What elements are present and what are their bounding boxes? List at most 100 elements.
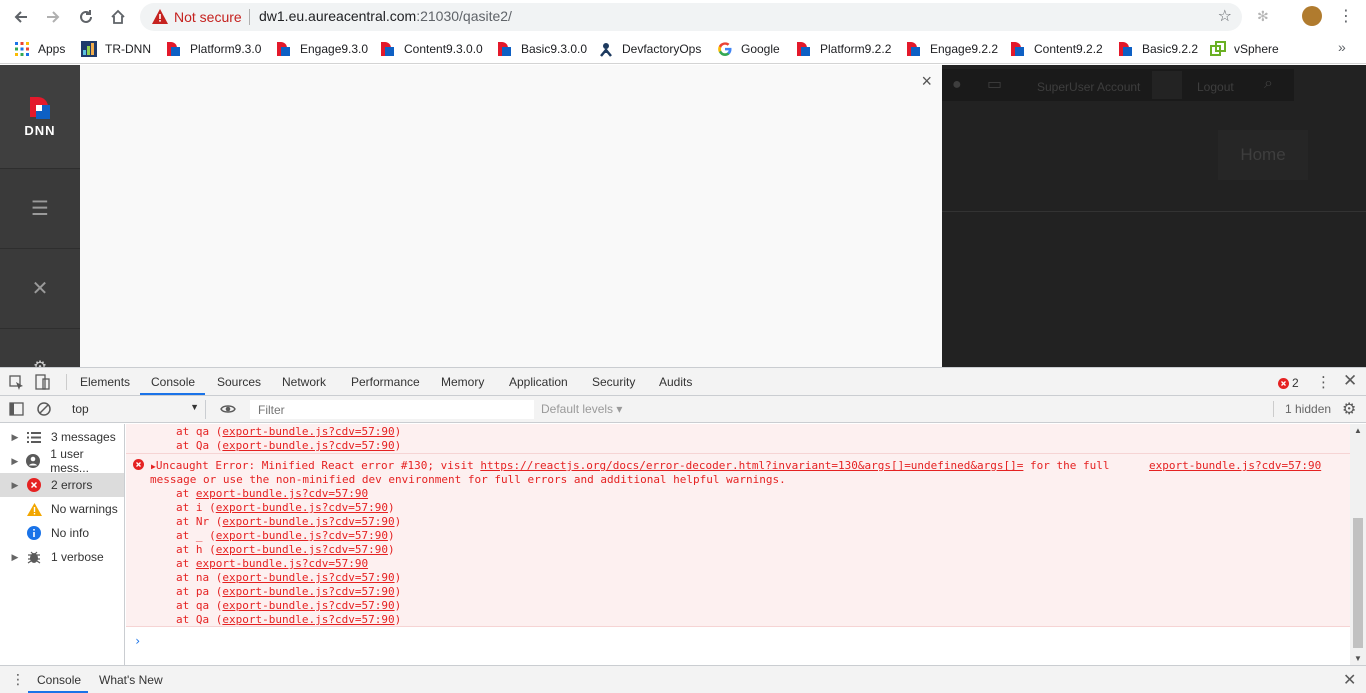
stack-source-link[interactable]: export-bundle.js?cdv=57:90 xyxy=(222,613,394,626)
tab-elements[interactable]: Elements xyxy=(80,375,130,389)
page-viewport: DNN ☰ ✕ ⚙ × ● ▭ SuperUser Account Logout… xyxy=(0,65,1366,367)
bookmark-basic922[interactable]: Basic9.2.2 xyxy=(1118,41,1198,57)
content-menu-button[interactable]: ☰ xyxy=(0,169,80,249)
url-text[interactable]: dw1.eu.aureacentral.com:21030/qasite2/ xyxy=(259,8,512,24)
drawer-tab-whats-new[interactable]: What's New xyxy=(99,673,163,687)
sidebar-item-user-messages[interactable]: ▶ 1 user mess... xyxy=(0,447,124,475)
error-headline[interactable]: ▶Uncaught Error: Minified React error #1… xyxy=(151,459,1110,474)
bookmark-engage922[interactable]: Engage9.2.2 xyxy=(906,41,998,57)
stack-source-link[interactable]: export-bundle.js?cdv=57:90 xyxy=(222,599,394,612)
stack-source-link[interactable]: export-bundle.js?cdv=57:90 xyxy=(216,529,388,542)
console-filter-input[interactable] xyxy=(250,400,534,419)
stack-line: at Qa (export-bundle.js?cdv=57:90) xyxy=(176,439,402,452)
tab-console[interactable]: Console xyxy=(151,375,195,389)
bookmark-vsphere[interactable]: vSphere xyxy=(1210,41,1279,57)
stack-source-link[interactable]: export-bundle.js?cdv=57:90 xyxy=(222,571,394,584)
error-source-link[interactable]: export-bundle.js?cdv=57:90 xyxy=(1149,459,1321,472)
stack-fn: at xyxy=(176,487,196,500)
bookmark-google[interactable]: Google xyxy=(717,41,780,57)
close-icon[interactable]: × xyxy=(921,71,932,92)
extension-icon[interactable]: ✻ xyxy=(1257,8,1269,25)
gear-icon: ⚙ xyxy=(33,357,47,367)
stack-source-link[interactable]: export-bundle.js?cdv=57:90 xyxy=(222,439,394,452)
drawer-close-icon[interactable]: ✕ xyxy=(1343,670,1356,690)
dnn-logo[interactable]: DNN xyxy=(0,65,80,169)
reload-button[interactable] xyxy=(75,6,97,28)
bookmark-platform922[interactable]: Platform9.2.2 xyxy=(796,41,891,57)
sidebar-item-verbose[interactable]: ▶ 1 verbose xyxy=(0,545,124,569)
tab-performance[interactable]: Performance xyxy=(351,375,420,389)
sidebar-toggle-icon[interactable] xyxy=(9,402,24,416)
bookmark-content9300[interactable]: Content9.3.0.0 xyxy=(380,41,483,57)
bookmark-star-icon[interactable]: ☆ xyxy=(1218,6,1232,26)
error-counter[interactable]: 2 xyxy=(1278,376,1299,390)
dnn-icon xyxy=(276,41,292,57)
bookmark-engage930[interactable]: Engage9.3.0 xyxy=(276,41,368,57)
user-account-link[interactable]: SuperUser Account xyxy=(1037,80,1140,94)
user-icon xyxy=(24,454,44,468)
console-filter-bar: top ▼ Default levels ▾ 1 hidden ⚙ xyxy=(0,396,1366,423)
address-bar[interactable]: Not secure dw1.eu.aureacentral.com:21030… xyxy=(140,3,1242,31)
clear-console-icon[interactable] xyxy=(37,402,51,416)
settings-menu-button[interactable]: ⚙ xyxy=(0,329,80,367)
bookmark-basic9300[interactable]: Basic9.3.0.0 xyxy=(497,41,587,57)
tab-application[interactable]: Application xyxy=(509,375,568,389)
home-button[interactable] xyxy=(107,6,129,28)
log-levels-dropdown[interactable]: Default levels ▾ xyxy=(541,402,622,416)
stack-source-link[interactable]: export-bundle.js?cdv=57:90 xyxy=(216,501,388,514)
bookmark-platform930[interactable]: Platform9.3.0 xyxy=(166,41,261,57)
sidebar-item-warnings[interactable]: No warnings xyxy=(0,497,124,521)
sidebar-item-messages[interactable]: ▶ 3 messages xyxy=(0,425,124,449)
stack-line: at na (export-bundle.js?cdv=57:90) xyxy=(176,571,402,584)
devtools-close-icon[interactable]: ✕ xyxy=(1343,371,1357,391)
stack-source-link[interactable]: export-bundle.js?cdv=57:90 xyxy=(196,487,368,500)
messages-icon[interactable]: ▭ xyxy=(987,74,1015,94)
notifications-icon[interactable]: ● xyxy=(952,76,980,96)
home-nav-link[interactable]: Home xyxy=(1218,130,1308,180)
not-secure-label[interactable]: Not secure xyxy=(174,9,242,25)
search-icon[interactable]: ⌕ xyxy=(1264,75,1273,93)
console-prompt-chevron-icon[interactable]: › xyxy=(134,634,141,648)
scroll-up-arrow-icon[interactable]: ▲ xyxy=(1354,426,1362,435)
info-icon xyxy=(24,526,44,540)
forward-button[interactable] xyxy=(42,6,64,28)
bookmark-devfactoryops[interactable]: DevfactoryOps xyxy=(598,41,701,57)
devtools-menu-icon[interactable]: ⋮ xyxy=(1316,373,1331,391)
chrome-menu-icon[interactable]: ⋮ xyxy=(1338,6,1354,26)
tab-audits[interactable]: Audits xyxy=(659,375,692,389)
bookmark-apps[interactable]: Apps xyxy=(14,41,65,57)
back-button[interactable] xyxy=(10,6,32,28)
console-scrollbar[interactable]: ▲ ▼ xyxy=(1350,424,1366,665)
drawer-menu-icon[interactable]: ⋮ xyxy=(11,671,25,688)
stack-source-link[interactable]: export-bundle.js?cdv=57:90 xyxy=(216,543,388,556)
bookmarks-overflow-icon[interactable]: » xyxy=(1338,39,1346,55)
sidebar-item-info[interactable]: No info xyxy=(0,521,124,545)
device-toolbar-icon[interactable] xyxy=(35,374,50,390)
sidebar-item-errors[interactable]: ▶ 2 errors xyxy=(0,473,124,497)
tab-sources[interactable]: Sources xyxy=(217,375,261,389)
logout-link[interactable]: Logout xyxy=(1197,80,1234,94)
profile-avatar[interactable] xyxy=(1302,6,1322,26)
tab-memory[interactable]: Memory xyxy=(441,375,484,389)
live-expression-eye-icon[interactable] xyxy=(220,403,236,415)
inspect-element-icon[interactable] xyxy=(9,375,24,390)
tab-network[interactable]: Network xyxy=(282,375,326,389)
console-settings-gear-icon[interactable]: ⚙ xyxy=(1342,399,1356,419)
tab-security[interactable]: Security xyxy=(592,375,635,389)
scroll-down-arrow-icon[interactable]: ▼ xyxy=(1354,654,1362,663)
stack-source-link[interactable]: export-bundle.js?cdv=57:90 xyxy=(222,515,394,528)
error-decoder-link[interactable]: https://reactjs.org/docs/error-decoder.h… xyxy=(480,459,1023,472)
bookmark-trdnn[interactable]: TR-DNN xyxy=(81,41,151,57)
user-avatar[interactable] xyxy=(1152,71,1182,99)
stack-source-link[interactable]: export-bundle.js?cdv=57:90 xyxy=(196,557,368,570)
bookmark-content922[interactable]: Content9.2.2 xyxy=(1010,41,1103,57)
error-icon xyxy=(133,459,144,470)
context-selector[interactable]: top ▼ xyxy=(66,400,206,419)
stack-source-link[interactable]: export-bundle.js?cdv=57:90 xyxy=(222,585,394,598)
error-badge-icon xyxy=(1278,377,1289,389)
stack-source-link[interactable]: export-bundle.js?cdv=57:90 xyxy=(222,425,394,438)
site-top-bar: ● ▭ SuperUser Account Logout ⌕ xyxy=(942,69,1294,101)
drawer-tab-console[interactable]: Console xyxy=(37,673,81,687)
manage-menu-button[interactable]: ✕ xyxy=(0,249,80,329)
scrollbar-thumb[interactable] xyxy=(1353,518,1363,648)
